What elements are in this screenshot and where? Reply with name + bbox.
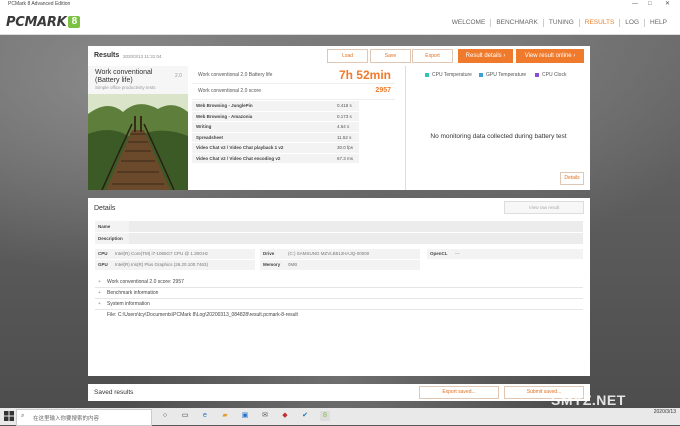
main-nav: WELCOME BENCHMARK TUNING RESULTS LOG HEL… bbox=[447, 19, 672, 27]
view-result-online-button[interactable]: View result online › bbox=[516, 49, 584, 63]
score-summary: Work conventional 2.0 Battery life 7h 52… bbox=[192, 68, 395, 100]
battery-life-row: Work conventional 2.0 Battery life 7h 52… bbox=[192, 68, 395, 84]
expand-benchmark-info-row[interactable]: + Benchmark information bbox=[95, 288, 583, 299]
workload-version: 2.0 bbox=[175, 73, 182, 79]
nav-log[interactable]: LOG bbox=[619, 19, 644, 27]
legend-gpu-temp[interactable]: GPU Temperature bbox=[479, 72, 526, 78]
nav-help[interactable]: HELP bbox=[644, 19, 672, 27]
drive-row: Drive (C:) SAMSUNG MZVLB512HAJQ-00000 bbox=[260, 249, 420, 259]
window-titlebar: PCMark 8 Advanced Edition — □ ✕ bbox=[0, 0, 680, 8]
table-row: Video Chat v2 / Video Chat playback 1 v2… bbox=[192, 143, 359, 154]
save-button[interactable]: Save bbox=[370, 49, 411, 63]
watermark: SMYZ.NET bbox=[551, 392, 626, 408]
saved-results-title: Saved results bbox=[94, 389, 134, 396]
cortana-icon[interactable]: ○ bbox=[160, 411, 170, 421]
mail-icon[interactable]: ✉ bbox=[260, 411, 270, 421]
monitoring-area: CPU Temperature GPU Temperature CPU Cloc… bbox=[405, 66, 591, 190]
table-row: Web Browsing - JunglePin 0.418 s bbox=[192, 101, 359, 112]
details-panel: Details View raw result Name Description… bbox=[88, 198, 590, 376]
expand-score-row[interactable]: + Work conventional 2.0 score: 2957 bbox=[95, 277, 583, 288]
monitor-details-button[interactable]: Details bbox=[560, 172, 584, 185]
expand-icon: + bbox=[98, 301, 101, 307]
view-raw-result-button[interactable]: View raw result bbox=[504, 201, 584, 214]
window-title: PCMark 8 Advanced Edition bbox=[8, 1, 71, 7]
file-explorer-icon[interactable]: ▰ bbox=[220, 411, 230, 421]
windows-taskbar: ⌕ 在这里输入你要搜索的内容 ○ ▭ e ▰ ▣ ✉ ◆ ✔ 8 2020/3/… bbox=[0, 408, 680, 426]
task-view-icon[interactable]: ▭ bbox=[180, 411, 190, 421]
subtest-table: Web Browsing - JunglePin 0.418 s Web Brow… bbox=[192, 101, 359, 164]
tray-date: 2020/3/13 bbox=[653, 409, 676, 415]
nav-benchmark[interactable]: BENCHMARK bbox=[490, 19, 543, 27]
export-saved-button[interactable]: Export saved... bbox=[419, 386, 499, 399]
results-panel: Results 2020/3/13 11:31:04 Load Save Exp… bbox=[88, 46, 590, 190]
result-details-button[interactable]: Result details › bbox=[458, 49, 513, 63]
export-button[interactable]: Export bbox=[412, 49, 453, 63]
table-row: Spreadsheet 11.52 s bbox=[192, 132, 359, 143]
workload-bridge-image bbox=[88, 94, 188, 190]
score-row: Work conventional 2.0 score 2957 bbox=[192, 84, 395, 100]
search-icon: ⌕ bbox=[21, 413, 25, 419]
legend-swatch-icon bbox=[425, 73, 429, 77]
workload-subtitle: Simple office productivity tests bbox=[95, 85, 156, 90]
details-title: Details bbox=[94, 205, 116, 212]
result-file-path: File: C:\Users\tcy\Documents\PCMark 8\Lo… bbox=[107, 312, 298, 318]
legend-swatch-icon bbox=[535, 73, 539, 77]
name-row: Name bbox=[95, 221, 583, 232]
app-icon[interactable]: ◆ bbox=[280, 411, 290, 421]
workload-name: Work conventional (Battery life) bbox=[95, 69, 153, 84]
gpu-row: GPU Intel(R) Iris(R) Plus Graphics (26.20… bbox=[95, 260, 255, 270]
steam-icon[interactable]: ✔ bbox=[300, 411, 310, 421]
windows-start-icon[interactable] bbox=[4, 411, 14, 421]
app-header: PCMARK 8 WELCOME BENCHMARK TUNING RESULT… bbox=[0, 8, 680, 35]
pcmark-logo: PCMARK 8 bbox=[6, 15, 81, 30]
minimize-button[interactable]: — bbox=[632, 0, 638, 8]
score-value: 2957 bbox=[375, 87, 391, 94]
expand-system-info-row[interactable]: + System information bbox=[95, 299, 583, 310]
results-title: Results bbox=[94, 52, 120, 59]
maximize-button[interactable]: □ bbox=[648, 0, 652, 8]
system-tray: 2020/3/13 bbox=[654, 409, 676, 416]
table-row: Web Browsing - Amazonia 0.173 s bbox=[192, 111, 359, 122]
results-date: 2020/3/13 11:31:04 bbox=[123, 54, 162, 59]
description-row: Description bbox=[95, 233, 583, 244]
workload-card: Work conventional (Battery life) 2.0 Sim… bbox=[88, 66, 188, 190]
battery-life-value: 7h 52min bbox=[338, 68, 391, 82]
memory-row: Memory 0MB bbox=[260, 260, 420, 270]
taskbar-search-box[interactable]: ⌕ 在这里输入你要搜索的内容 bbox=[16, 409, 152, 426]
nav-results[interactable]: RESULTS bbox=[578, 19, 620, 27]
table-row: Video Chat v2 / Video Chat encoding v2 67… bbox=[192, 153, 359, 164]
saved-results-panel: Saved results Export saved... Submit sav… bbox=[88, 384, 590, 401]
opencl-row: OpenCL --- bbox=[427, 249, 583, 259]
legend-cpu-temp[interactable]: CPU Temperature bbox=[425, 72, 472, 78]
legend-cpu-clock[interactable]: CPU Clock bbox=[535, 72, 566, 78]
expand-icon: + bbox=[98, 290, 101, 296]
pcmark-taskbar-icon[interactable]: 8 bbox=[320, 411, 330, 421]
table-row: Writing 4.64 s bbox=[192, 122, 359, 133]
store-icon[interactable]: ▣ bbox=[240, 411, 250, 421]
close-button[interactable]: ✕ bbox=[665, 0, 670, 8]
legend-swatch-icon bbox=[479, 73, 483, 77]
edge-icon[interactable]: e bbox=[200, 411, 210, 421]
no-monitoring-message: No monitoring data collected during batt… bbox=[430, 133, 567, 140]
expand-icon: + bbox=[98, 279, 101, 285]
load-button[interactable]: Load bbox=[327, 49, 368, 63]
nav-tuning[interactable]: TUNING bbox=[542, 19, 579, 27]
cpu-row: CPU Intel(R) Core(TM) i7-1065G7 CPU @ 1.3… bbox=[95, 249, 255, 259]
nav-welcome[interactable]: WELCOME bbox=[447, 19, 491, 27]
